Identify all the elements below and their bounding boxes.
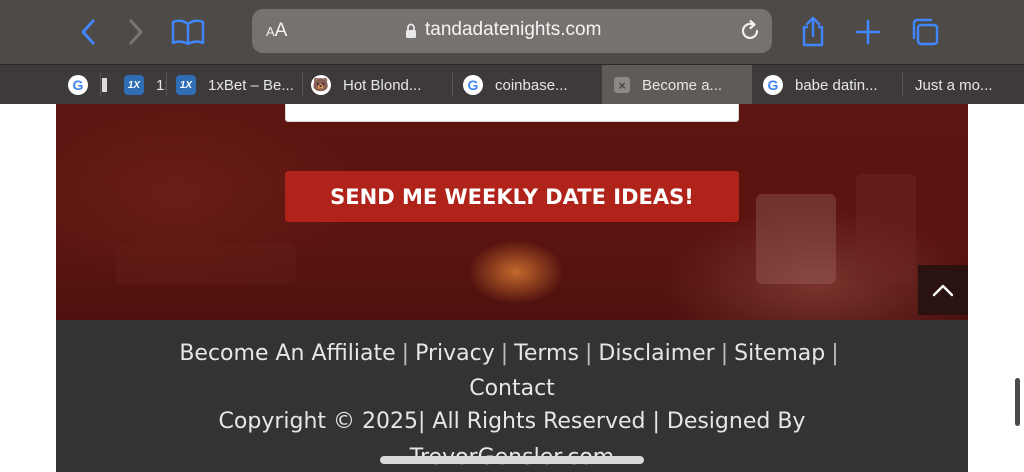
table-image [116,244,296,284]
tab-label: 1: [156,76,166,94]
tab-label: Just a mo... [915,76,993,94]
footer-link-terms[interactable]: Terms [514,341,579,366]
tab-coinbase[interactable]: G coinbase... [453,65,601,105]
link-separator: | [584,341,593,366]
send-date-ideas-button[interactable]: SEND ME WEEKLY DATE IDEAS! [285,171,739,222]
email-field[interactable] [285,104,739,122]
close-tab-icon[interactable]: × [614,77,630,93]
share-icon[interactable] [795,14,831,50]
book-icon[interactable] [170,14,206,50]
chevron-up-icon [932,284,954,297]
decor-image [856,174,916,284]
chevron-left-icon[interactable] [70,14,106,50]
reload-icon[interactable] [738,19,762,43]
newsletter-hero: SEND ME WEEKLY DATE IDEAS! [56,104,968,320]
tab-babe-dating[interactable]: G babe datin... [753,65,901,105]
tab-label: 1xBet – Be... [208,76,294,94]
address-bar[interactable]: AA tandadatenights.com [252,9,772,53]
text-size-small-a: A [266,24,275,39]
tab-label: babe datin... [795,76,878,94]
tab-collapsed[interactable] [101,65,109,105]
footer-link-disclaimer[interactable]: Disclaimer [598,341,714,366]
footer-link-privacy[interactable]: Privacy [415,341,495,366]
site-footer: Become An Affiliate | Privacy | Terms | Discla… [56,320,968,472]
tab-label: Hot Blond... [343,76,422,94]
onexbet-icon: 1X [176,75,196,95]
tab-label: Become a... [642,76,723,94]
tab-1xbet-2[interactable]: 1X 1xBet – Be... [168,65,302,105]
text-size-button[interactable]: AA [266,20,287,42]
url-text: tandadatenights.com [425,19,602,40]
scrollbar[interactable] [1015,378,1020,426]
google-icon: G [763,75,783,95]
link-separator: | [500,341,509,366]
google-icon: G [463,75,483,95]
link-separator: | [401,341,410,366]
tab-strip: G 1X 1: 1X 1xBet – Be... 🐻 Hot Blond... … [0,64,1024,105]
text-size-big-a: A [274,20,288,41]
footer-link-sitemap[interactable]: Sitemap [734,341,825,366]
browser-window: AA tandadatenights.com G 1X 1 1X 1xBet –… [0,0,1024,472]
mug-image [756,194,836,284]
home-indicator[interactable] [380,456,644,464]
tab-label: coinbase... [495,76,568,94]
tab-become-affiliate[interactable]: × Become a... [602,65,752,105]
google-icon: G [68,75,88,95]
copyright-line: Copyright © 2025| All Rights Reserved | … [218,409,806,434]
tab-just-a-moment[interactable]: Just a mo... [903,65,1024,105]
plus-icon[interactable] [850,14,886,50]
footer-link-affiliate[interactable]: Become An Affiliate [179,341,395,366]
back-to-top-button[interactable] [918,265,968,315]
collapsed-tab-icon [102,78,107,92]
tabs-overview-icon[interactable] [907,14,943,50]
tab-google-1[interactable]: G [58,65,98,105]
footer-link-contact[interactable]: Contact [469,376,555,401]
browser-toolbar: AA tandadatenights.com [0,0,1024,64]
link-separator: | [720,341,729,366]
tab-divider [166,73,167,97]
footer-links: Become An Affiliate | Privacy | Terms | Discla… [56,336,968,406]
tab-hot-blond[interactable]: 🐻 Hot Blond... [303,65,453,105]
tab-1xbet-1[interactable]: 1X 1: [118,65,166,105]
chevron-right-icon[interactable] [118,14,154,50]
link-separator: | [831,341,839,366]
onexbet-icon: 1X [124,75,144,95]
web-page: SEND ME WEEKLY DATE IDEAS! Become An Aff… [0,104,1024,472]
lock-icon [405,23,417,39]
bear-icon: 🐻 [311,75,331,95]
